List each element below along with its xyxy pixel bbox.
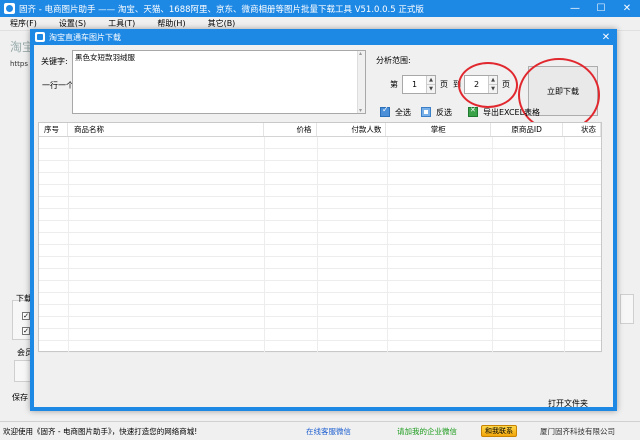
table-body — [39, 137, 601, 353]
online-service-link[interactable]: 在线客服微信 — [306, 426, 351, 437]
start-download-label: 立即下载 — [547, 86, 579, 96]
column-header-buyers[interactable]: 付款人数 — [317, 123, 387, 136]
column-header-name[interactable]: 商品名称 — [68, 123, 264, 136]
qq-contact-button[interactable]: 和我联系 — [481, 425, 517, 437]
page-from-value[interactable]: 1 — [403, 76, 426, 93]
column-header-product-id[interactable]: 原商品ID — [491, 123, 564, 136]
spin-down-icon[interactable]: ▼ — [427, 84, 435, 93]
column-divider — [564, 137, 565, 353]
page-from-spinner[interactable]: 1 ▲ ▼ — [402, 75, 436, 94]
menu-program[interactable]: 程序(F) — [0, 18, 49, 29]
keyword-textarea[interactable]: 黑色女短款羽绒服 — [72, 50, 366, 114]
background-url-text: https — [10, 60, 29, 68]
menu-settings[interactable]: 设置(S) — [49, 18, 98, 29]
invert-select-icon — [421, 107, 431, 117]
spin-down-icon[interactable]: ▼ — [489, 84, 497, 93]
minimize-button[interactable]: — — [562, 0, 588, 17]
window-controls: — ☐ ✕ — [562, 0, 640, 17]
column-header-price[interactable]: 价格 — [264, 123, 317, 136]
app-logo-icon — [4, 3, 15, 14]
select-all-label: 全选 — [395, 107, 411, 117]
company-name: 厦门固齐科技有限公司 — [540, 427, 615, 436]
maximize-button[interactable]: ☐ — [588, 0, 614, 17]
status-welcome-text: 欢迎使用《固齐 - 电商图片助手》，快速打造您的网络商城! — [3, 427, 198, 436]
qq-contact-label: 和我联系 — [485, 427, 513, 435]
main-titlebar: 固齐 - 电商图片助手 —— 淘宝、天猫、1688阿里、京东、微商相册等图片批量… — [0, 0, 640, 17]
dialog-titlebar: 淘宝直通车图片下载 ✕ — [30, 29, 617, 45]
keyword-value: 黑色女短款羽绒服 — [75, 53, 135, 62]
open-folder-button[interactable]: 打开文件夹 — [548, 398, 588, 409]
invert-select-button[interactable]: 反选 — [421, 106, 452, 118]
background-right-frame — [620, 294, 634, 324]
invert-select-label: 反选 — [436, 107, 452, 117]
column-divider — [68, 137, 69, 353]
background-checkbox[interactable]: ✓ — [22, 312, 30, 320]
export-excel-label: 导出EXCEL表格 — [483, 107, 541, 117]
spin-up-icon[interactable]: ▲ — [489, 76, 497, 84]
column-header-seq[interactable]: 序号 — [39, 123, 68, 136]
page-suffix-label: 页 — [502, 80, 510, 89]
status-bar: 欢迎使用《固齐 - 电商图片助手》，快速打造您的网络商城! 在线客服微信 请加我… — [0, 421, 640, 440]
menu-help[interactable]: 帮助(H) — [147, 18, 197, 29]
main-window-title: 固齐 - 电商图片助手 —— 淘宝、天猫、1688阿里、京东、微商相册等图片批量… — [19, 4, 424, 15]
column-divider — [317, 137, 318, 353]
range-label: 分析范围: — [376, 56, 411, 65]
keyword-label: 关键字: — [41, 57, 68, 66]
excel-icon — [468, 106, 478, 117]
product-table[interactable]: 序号 商品名称 价格 付款人数 掌柜 原商品ID 状态 — [38, 122, 602, 353]
keyword-scrollbar[interactable] — [357, 50, 365, 114]
select-all-icon — [380, 105, 390, 117]
dialog-app-icon — [35, 32, 45, 42]
page-to-value[interactable]: 2 — [465, 76, 488, 93]
column-header-shop[interactable]: 掌柜 — [386, 123, 492, 136]
export-excel-button[interactable]: 导出EXCEL表格 — [468, 106, 540, 118]
keyword-hint: 一行一个 — [42, 81, 74, 90]
spin-up-icon[interactable]: ▲ — [427, 76, 435, 84]
table-header-row: 序号 商品名称 价格 付款人数 掌柜 原商品ID 状态 — [39, 123, 601, 137]
page-to-label: 到 — [453, 80, 461, 89]
add-wechat-link[interactable]: 请加我的企业微信 — [397, 426, 457, 437]
column-divider — [387, 137, 388, 353]
page-to-spinner[interactable]: 2 ▲ ▼ — [464, 75, 498, 94]
dialog-close-button[interactable]: ✕ — [595, 29, 617, 45]
menu-other[interactable]: 其它(B) — [198, 18, 248, 29]
page-prefix-label: 第 — [390, 80, 398, 89]
column-header-status[interactable]: 状态 — [563, 123, 601, 136]
background-save-label: 保存 — [12, 393, 28, 402]
menu-tools[interactable]: 工具(T) — [98, 18, 147, 29]
column-divider — [264, 137, 265, 353]
page-suffix-label: 页 — [440, 80, 448, 89]
select-all-button[interactable]: 全选 — [380, 105, 411, 118]
background-checkbox[interactable]: ✓ — [22, 327, 30, 335]
close-button[interactable]: ✕ — [614, 0, 640, 17]
column-divider — [492, 137, 493, 353]
dialog-title: 淘宝直通车图片下载 — [49, 32, 121, 42]
